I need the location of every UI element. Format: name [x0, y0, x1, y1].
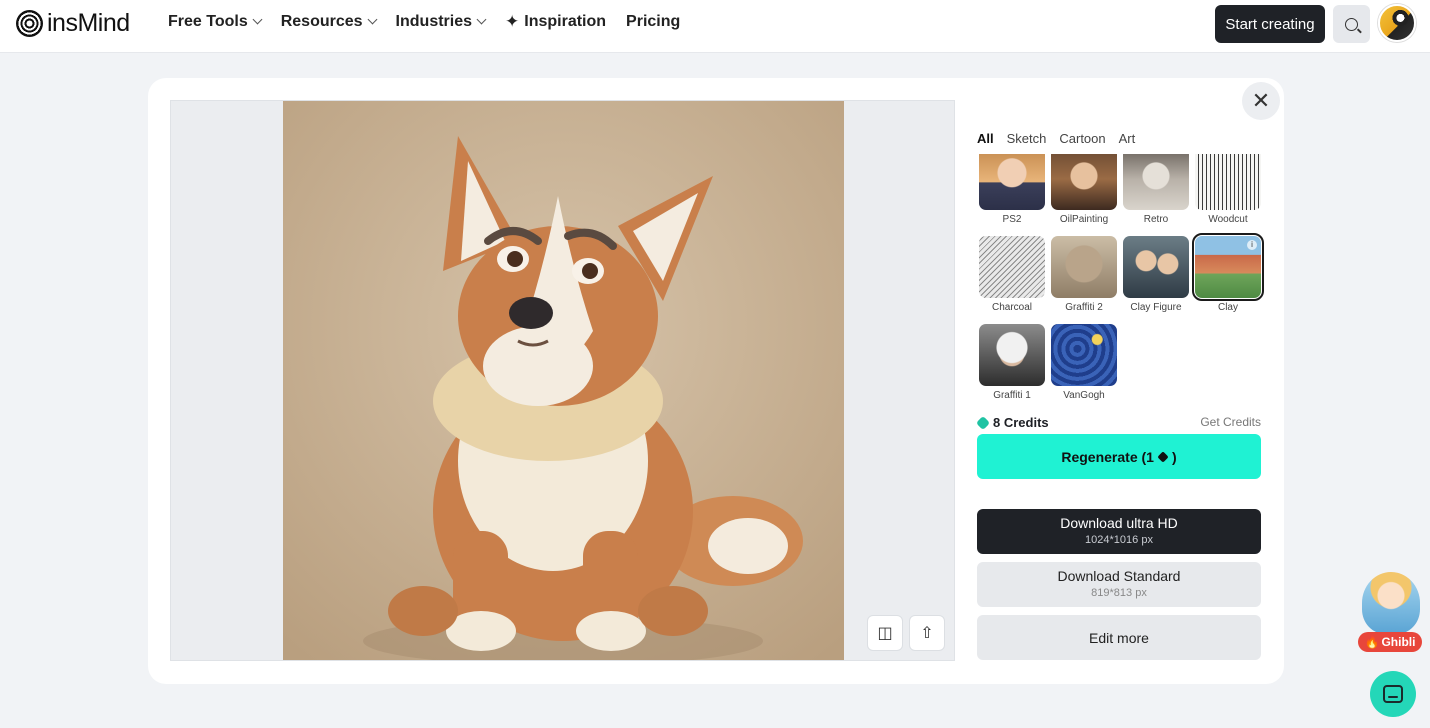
charcoal-thumbnail — [979, 236, 1045, 298]
style-oilpainting[interactable]: OilPainting — [1051, 154, 1117, 225]
tab-sketch[interactable]: Sketch — [1007, 131, 1047, 146]
nav-inspiration-label: Inspiration — [524, 13, 607, 30]
close-modal-button[interactable]: ✕ — [1242, 82, 1280, 120]
close-icon: ✕ — [1251, 88, 1271, 113]
clay-thumbnail: i — [1192, 233, 1264, 301]
nav-pricing[interactable]: Pricing — [626, 13, 680, 31]
edit-more-button[interactable]: Edit more — [977, 615, 1261, 660]
download-standard-button[interactable]: Download Standard 819*813 px — [977, 562, 1261, 607]
regenerate-label-end: ) — [1171, 448, 1177, 465]
graffiti-2-thumbnail — [1051, 236, 1117, 298]
credit-gem-icon — [1157, 450, 1169, 463]
search-button[interactable] — [1333, 5, 1370, 43]
chevron-down-icon — [367, 14, 377, 25]
nav-industries-label: Industries — [395, 13, 473, 30]
nav-inspiration[interactable]: ✦ Inspiration — [505, 12, 606, 32]
clay-dog-illustration — [283, 101, 844, 660]
style-label: Retro — [1143, 214, 1169, 225]
ghibli-promo-widget[interactable]: 🔥 Ghibli — [1356, 572, 1426, 654]
nav-pricing-label: Pricing — [626, 13, 681, 30]
style-category-tabs: All Sketch Cartoon Art — [977, 131, 1135, 146]
chevron-down-icon — [252, 14, 263, 25]
main-nav: Free Tools Resources Industries ✦ Inspir… — [168, 12, 700, 32]
credits-label: 8 Credits — [993, 415, 1049, 430]
tab-all[interactable]: All — [977, 131, 994, 146]
get-credits-link[interactable]: Get Credits — [1168, 415, 1261, 429]
info-icon[interactable]: i — [1247, 240, 1257, 250]
ghibli-label: Ghibli — [1381, 635, 1416, 649]
style-charcoal[interactable]: Charcoal — [979, 236, 1045, 313]
ps2-thumbnail — [979, 154, 1045, 210]
upload-icon: ⇧ — [920, 625, 934, 642]
fire-icon: 🔥 — [1364, 635, 1380, 649]
download-standard-title: Download Standard — [1057, 568, 1181, 584]
style-label: Graffiti 1 — [993, 390, 1031, 401]
style-vangogh[interactable]: VanGogh — [1051, 324, 1117, 401]
nav-resources-label: Resources — [280, 13, 363, 30]
result-modal: ◫ ⇧ ✕ All Sketch Cartoon Art PS2 OilPain… — [148, 78, 1284, 684]
compare-button[interactable]: ◫ — [867, 615, 903, 651]
credit-gem-icon — [975, 415, 991, 430]
oilpainting-thumbnail — [1051, 154, 1117, 210]
woodcut-thumbnail — [1195, 154, 1261, 210]
style-clay-figure[interactable]: Clay Figure — [1123, 236, 1189, 313]
vangogh-thumbnail — [1051, 324, 1117, 386]
logo-text: insMind — [47, 8, 130, 37]
credits-balance: 8 Credits — [975, 415, 1049, 430]
style-grid: PS2 OilPainting Retro Woodcut Charcoal G… — [977, 154, 1264, 404]
tab-art[interactable]: Art — [1119, 131, 1136, 146]
sparkle-icon: ✦ — [505, 12, 520, 31]
style-label: VanGogh — [1063, 390, 1105, 401]
search-icon — [1345, 17, 1358, 31]
top-navigation-bar: insMind Free Tools Resources Industries … — [0, 0, 1430, 53]
style-graffiti-2[interactable]: Graffiti 2 — [1051, 236, 1117, 313]
chevron-down-icon — [476, 14, 487, 25]
style-graffiti-1[interactable]: Graffiti 1 — [979, 324, 1045, 401]
nav-free-tools-label: Free Tools — [168, 13, 248, 30]
compare-icon: ◫ — [877, 625, 893, 642]
style-label: Clay Figure — [1130, 302, 1182, 313]
start-creating-button[interactable]: Start creating — [1215, 5, 1325, 43]
style-label: Woodcut — [1208, 214, 1248, 225]
graffiti-1-thumbnail — [979, 324, 1045, 386]
chat-icon — [1383, 685, 1403, 703]
download-ultra-hd-button[interactable]: Download ultra HD 1024*1016 px — [977, 509, 1261, 554]
style-label: PS2 — [1002, 214, 1022, 225]
clay-figure-thumbnail — [1123, 236, 1189, 298]
style-label: Graffiti 2 — [1065, 302, 1103, 313]
style-clay[interactable]: i Clay — [1192, 233, 1264, 313]
regenerate-label: Regenerate (1 — [1061, 448, 1154, 465]
retro-thumbnail — [1123, 154, 1189, 210]
ghibli-badge: 🔥 Ghibli — [1358, 632, 1422, 652]
regenerate-button[interactable]: Regenerate (1 ) — [977, 434, 1261, 479]
nav-industries[interactable]: Industries — [395, 13, 487, 31]
style-ps2[interactable]: PS2 — [979, 154, 1045, 225]
style-label: Clay — [1217, 302, 1238, 313]
logo-icon — [16, 9, 43, 37]
download-hd-size: 1024*1016 px — [1085, 534, 1153, 546]
style-label: Charcoal — [991, 302, 1033, 313]
share-upload-button[interactable]: ⇧ — [909, 615, 945, 651]
insmind-logo[interactable]: insMind — [16, 9, 130, 37]
style-label: OilPainting — [1059, 214, 1109, 225]
style-retro[interactable]: Retro — [1123, 154, 1189, 225]
tab-cartoon[interactable]: Cartoon — [1059, 131, 1105, 146]
generated-clay-dog-image — [283, 101, 844, 660]
nav-resources[interactable]: Resources — [280, 13, 377, 31]
chat-support-button[interactable] — [1370, 671, 1416, 717]
user-avatar[interactable] — [1378, 4, 1416, 42]
nav-free-tools[interactable]: Free Tools — [168, 13, 263, 31]
image-preview-area: ◫ ⇧ — [170, 100, 955, 661]
download-hd-title: Download ultra HD — [1060, 515, 1178, 531]
style-woodcut[interactable]: Woodcut — [1195, 154, 1261, 225]
ghibli-character-image — [1362, 572, 1420, 634]
download-standard-size: 819*813 px — [1091, 587, 1147, 599]
